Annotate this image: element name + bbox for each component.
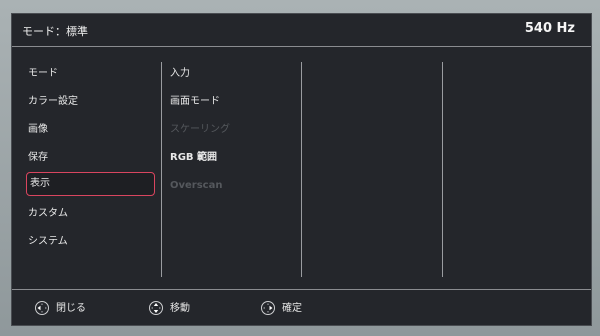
menu-item-mode[interactable]: モード xyxy=(28,63,58,85)
menu-item-system[interactable]: システム xyxy=(28,231,68,253)
dpad-left-icon xyxy=(35,301,49,315)
hint-close-label: 閉じる xyxy=(56,303,86,314)
dpad-right-icon xyxy=(261,301,275,315)
menu-item-save[interactable]: 保存 xyxy=(28,147,48,169)
submenu: 入力 画面モード スケーリング RGB 範囲 Overscan xyxy=(170,59,300,277)
menu-item-custom[interactable]: カスタム xyxy=(28,203,68,225)
value-panel xyxy=(450,59,580,277)
submenu-item-overscan: Overscan xyxy=(170,180,223,191)
main-menu: モード カラー設定 画像 保存 表示 カスタム システム xyxy=(26,59,156,277)
submenu-item-input[interactable]: 入力 xyxy=(170,63,190,85)
menu-item-display[interactable]: 表示 xyxy=(26,172,155,196)
monitor-screen: モード：標準 540 Hz モード カラー設定 画像 保存 表示 カスタム シス… xyxy=(0,0,600,336)
menu-item-image[interactable]: 画像 xyxy=(28,119,48,141)
submenu-item-scaling: スケーリング xyxy=(170,124,230,135)
osd-header: モード：標準 540 Hz xyxy=(12,14,591,47)
submenu-item-screen-mode[interactable]: 画面モード xyxy=(170,91,220,113)
dpad-updown-icon xyxy=(149,301,163,315)
column-divider xyxy=(301,62,302,277)
osd-footer: 閉じる 移動 確定 xyxy=(12,289,591,325)
hint-confirm: 確定 xyxy=(260,300,302,316)
menu-item-color-settings[interactable]: カラー設定 xyxy=(28,91,78,113)
osd-menu: モード：標準 540 Hz モード カラー設定 画像 保存 表示 カスタム シス… xyxy=(11,13,592,326)
hint-confirm-label: 確定 xyxy=(282,303,302,314)
current-mode-title: モード：標準 xyxy=(22,25,88,38)
column-divider xyxy=(442,62,443,277)
options-panel xyxy=(308,59,438,277)
hint-move-label: 移動 xyxy=(170,303,190,314)
hint-close: 閉じる xyxy=(34,300,86,316)
column-divider xyxy=(161,62,162,277)
hint-move: 移動 xyxy=(148,300,190,316)
submenu-item-rgb-range[interactable]: RGB 範囲 xyxy=(170,147,217,169)
refresh-rate-indicator: 540 Hz xyxy=(524,21,575,36)
